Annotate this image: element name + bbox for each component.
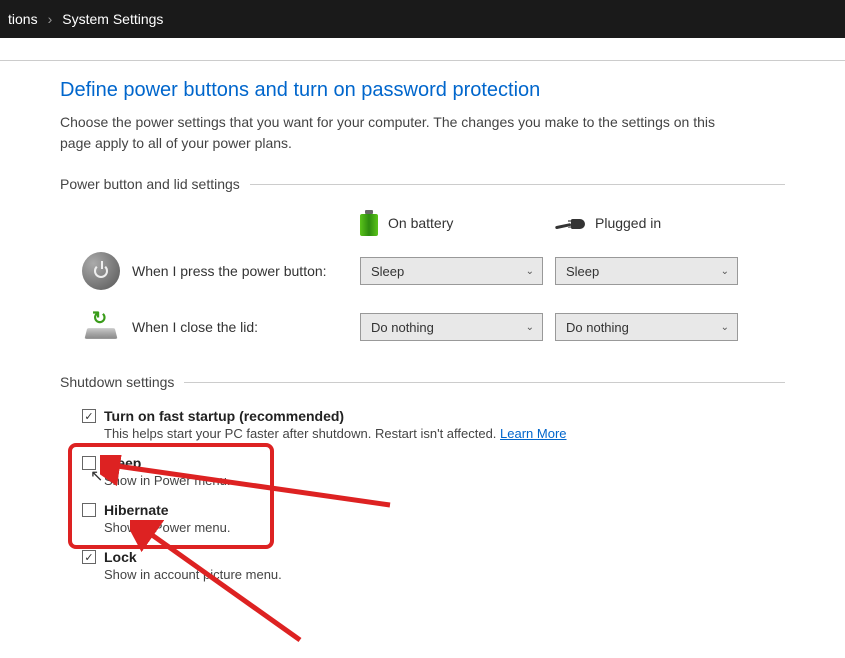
- chevron-down-icon: ⌄: [526, 322, 534, 333]
- col-battery-label: On battery: [388, 215, 453, 231]
- sleep-title: Sleep: [104, 455, 141, 471]
- lid-battery-select[interactable]: Do nothing ⌄: [360, 313, 543, 341]
- sleep-desc: Show in Power menu.: [104, 473, 785, 488]
- setting-row-power-button: When I press the power button: Sleep ⌄ S…: [60, 252, 785, 290]
- hibernate-checkbox[interactable]: [82, 503, 96, 517]
- lid-label: When I close the lid:: [132, 319, 360, 335]
- lid-icon: ↻: [82, 308, 120, 346]
- chevron-right-icon: ›: [48, 11, 53, 27]
- breadcrumb-item-current: System Settings: [62, 11, 163, 27]
- lock-desc: Show in account picture menu.: [104, 567, 785, 582]
- select-value: Sleep: [371, 264, 404, 279]
- fast-startup-desc: This helps start your PC faster after sh…: [104, 426, 785, 441]
- lock-title: Lock: [104, 549, 137, 565]
- breadcrumb: tions › System Settings: [0, 0, 845, 38]
- chevron-down-icon: ⌄: [721, 322, 729, 333]
- shutdown-section: Shutdown settings Turn on fast startup (…: [60, 374, 785, 582]
- section-header-power-lid: Power button and lid settings: [60, 176, 785, 192]
- page-title: Define power buttons and turn on passwor…: [60, 79, 785, 102]
- section-title: Shutdown settings: [60, 374, 174, 390]
- select-value: Do nothing: [566, 320, 629, 335]
- col-header-battery: On battery: [360, 210, 555, 236]
- breadcrumb-item-prev[interactable]: tions: [8, 11, 38, 27]
- power-button-battery-select[interactable]: Sleep ⌄: [360, 257, 543, 285]
- lock-checkbox[interactable]: [82, 550, 96, 564]
- power-button-plugged-select[interactable]: Sleep ⌄: [555, 257, 738, 285]
- power-button-label: When I press the power button:: [132, 263, 360, 279]
- shutdown-item-fast-startup: Turn on fast startup (recommended) This …: [82, 408, 785, 441]
- page-description: Choose the power settings that you want …: [60, 112, 740, 154]
- shutdown-item-lock: Lock Show in account picture menu.: [82, 549, 785, 582]
- shutdown-item-hibernate: Hibernate Show in Power menu.: [82, 502, 785, 535]
- power-button-icon: [82, 252, 120, 290]
- plug-icon: [555, 215, 585, 231]
- hibernate-title: Hibernate: [104, 502, 169, 518]
- section-header-shutdown: Shutdown settings: [60, 374, 785, 390]
- fast-startup-checkbox[interactable]: [82, 409, 96, 423]
- chevron-down-icon: ⌄: [721, 266, 729, 277]
- chevron-down-icon: ⌄: [526, 266, 534, 277]
- divider: [250, 184, 785, 185]
- shutdown-item-sleep: Sleep Show in Power menu.: [82, 455, 785, 488]
- main-content: Define power buttons and turn on passwor…: [0, 61, 845, 582]
- col-plugged-label: Plugged in: [595, 215, 661, 231]
- column-headers: On battery Plugged in: [360, 210, 785, 236]
- lid-plugged-select[interactable]: Do nothing ⌄: [555, 313, 738, 341]
- learn-more-link[interactable]: Learn More: [500, 426, 566, 441]
- fast-startup-title: Turn on fast startup (recommended): [104, 408, 344, 424]
- hibernate-desc: Show in Power menu.: [104, 520, 785, 535]
- col-header-plugged: Plugged in: [555, 210, 750, 236]
- divider: [184, 382, 785, 383]
- battery-icon: [360, 210, 378, 236]
- sleep-checkbox[interactable]: [82, 456, 96, 470]
- setting-row-lid: ↻ When I close the lid: Do nothing ⌄ Do …: [60, 308, 785, 346]
- section-title: Power button and lid settings: [60, 176, 240, 192]
- select-value: Sleep: [566, 264, 599, 279]
- select-value: Do nothing: [371, 320, 434, 335]
